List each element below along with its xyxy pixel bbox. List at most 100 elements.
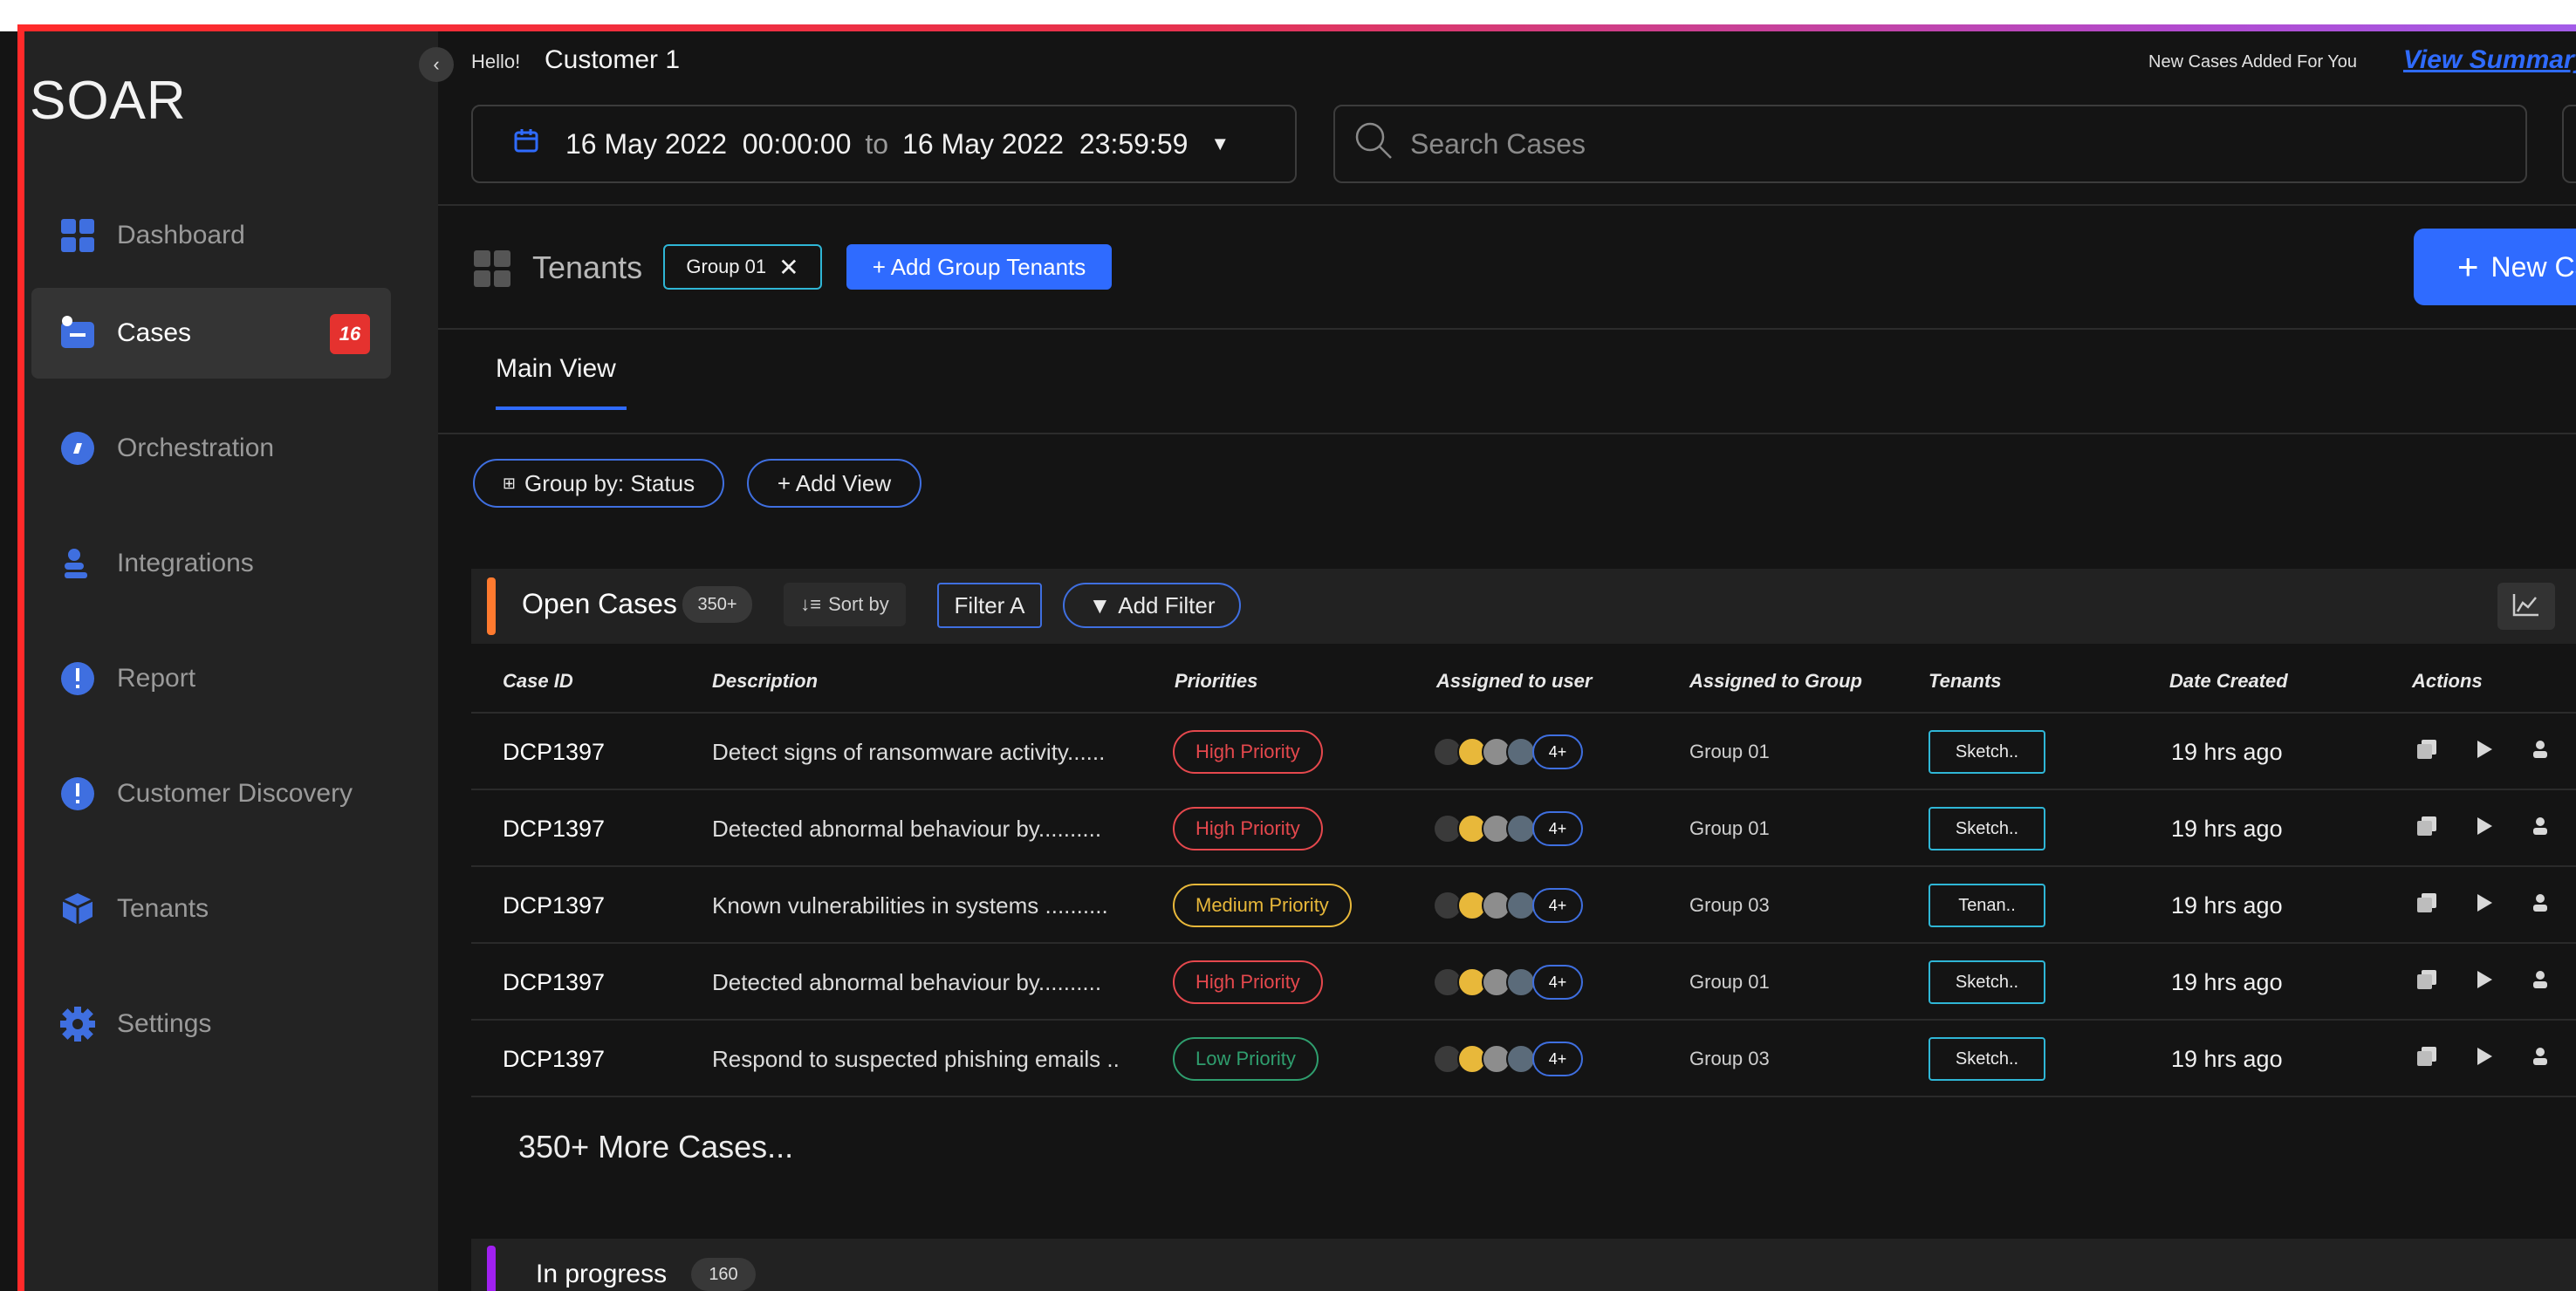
tab-main-view[interactable]: Main View	[496, 354, 616, 384]
copy-icon[interactable]	[2415, 891, 2438, 920]
sidebar-item-customer-discovery[interactable]: Customer Discovery	[31, 748, 391, 839]
priority-cell: High Priority	[1173, 790, 1323, 867]
column-header-assigned-user[interactable]: Assigned to user	[1436, 670, 1592, 693]
play-icon[interactable]	[2475, 969, 2494, 996]
sidebar-item-label: Dashboard	[117, 221, 245, 249]
copy-icon[interactable]	[2415, 968, 2438, 997]
assigned-users[interactable]: 4+	[1433, 714, 1583, 790]
sidebar-item-integrations[interactable]: Integrations	[31, 518, 391, 609]
search-cases-field[interactable]: Search Cases	[1333, 105, 2527, 183]
date-created: 19 hrs ago	[2171, 891, 2283, 919]
copy-icon[interactable]	[2415, 815, 2438, 844]
case-id[interactable]: DCP1397	[503, 944, 605, 1021]
in-progress-accent	[487, 1246, 496, 1291]
table-row[interactable]: DCP1397 Known vulnerabilities in systems …	[471, 867, 2576, 944]
priority-badge: High Priority	[1173, 730, 1323, 774]
table-row[interactable]: DCP1397 Detect signs of ransomware activi…	[471, 714, 2576, 790]
sidebar-item-orchestration[interactable]: Orchestration	[31, 403, 391, 494]
sidebar-item-settings[interactable]: Settings	[31, 979, 391, 1069]
dashboard-icon	[59, 217, 96, 254]
table-row[interactable]: DCP1397 Respond to suspected phishing ema…	[471, 1021, 2576, 1097]
close-icon[interactable]: ✕	[778, 253, 798, 282]
sort-by-button[interactable]: ↓≡ Sort by	[784, 583, 906, 626]
new-case-label: New Case	[2490, 250, 2576, 283]
collapse-sidebar-button[interactable]: ‹	[419, 47, 454, 82]
priority-badge: High Priority	[1173, 960, 1323, 1004]
tenant-group-chip[interactable]: Group 01 ✕	[663, 244, 822, 290]
assigned-users[interactable]: 4+	[1433, 1021, 1583, 1097]
header-extra-control[interactable]	[2562, 105, 2576, 183]
group-by-status-button[interactable]: ⊞ Group by: Status	[473, 459, 724, 508]
case-id[interactable]: DCP1397	[503, 867, 605, 944]
tenant-chip[interactable]: Sketch..	[1929, 730, 2045, 774]
priority-cell: Medium Priority	[1173, 867, 1352, 944]
column-header-description[interactable]: Description	[712, 670, 818, 693]
column-header-assigned-group[interactable]: Assigned to Group	[1689, 670, 1862, 693]
play-icon[interactable]	[2475, 892, 2494, 919]
tenants-grid-icon	[473, 249, 511, 292]
assign-user-icon[interactable]	[2531, 892, 2550, 919]
new-case-button[interactable]: + New Case	[2414, 229, 2576, 305]
more-users-badge[interactable]: 4+	[1532, 734, 1583, 769]
more-users-badge[interactable]: 4+	[1532, 888, 1583, 923]
assigned-group: Group 01	[1689, 741, 1770, 762]
filter-a-button[interactable]: Filter A	[937, 583, 1042, 628]
customer-name: Customer 1	[545, 45, 681, 74]
assign-user-icon[interactable]	[2531, 1046, 2550, 1073]
in-progress-header	[471, 1239, 2576, 1291]
sidebar-item-dashboard[interactable]: Dashboard	[31, 190, 391, 281]
sidebar-item-label: Tenants	[117, 894, 209, 923]
sidebar-item-report[interactable]: Report	[31, 633, 391, 724]
tenant-chip[interactable]: Sketch..	[1929, 960, 2045, 1004]
tenant-chip[interactable]: Sketch..	[1929, 1037, 2045, 1081]
assign-user-icon[interactable]	[2531, 739, 2550, 766]
tenant-chip[interactable]: Sketch..	[1929, 807, 2045, 850]
calendar-icon	[513, 127, 539, 161]
sidebar-item-tenants[interactable]: Tenants	[31, 864, 391, 954]
play-icon[interactable]	[2475, 1046, 2494, 1073]
in-progress-title: In progress	[536, 1260, 668, 1288]
add-view-button[interactable]: + Add View	[747, 459, 921, 508]
tabs-divider	[438, 433, 2576, 434]
settings-icon	[59, 1006, 96, 1042]
table-row[interactable]: DCP1397 Detected abnormal behaviour by...…	[471, 790, 2576, 867]
case-id[interactable]: DCP1397	[503, 714, 605, 790]
priority-badge: High Priority	[1173, 807, 1323, 850]
sidebar-item-cases[interactable]: Cases 16	[31, 288, 391, 379]
copy-icon[interactable]	[2415, 738, 2438, 767]
assign-user-icon[interactable]	[2531, 969, 2550, 996]
column-header-date-created[interactable]: Date Created	[2169, 670, 2288, 693]
tenant-cell: Sketch..	[1929, 790, 2045, 867]
assigned-group: Group 01	[1689, 817, 1770, 839]
more-users-badge[interactable]: 4+	[1532, 1042, 1583, 1076]
table-row[interactable]: DCP1397 Detected abnormal behaviour by...…	[471, 944, 2576, 1021]
case-description: Detected abnormal behaviour by..........	[712, 815, 1102, 842]
column-header-priorities[interactable]: Priorities	[1175, 670, 1257, 693]
sidebar-item-label: Customer Discovery	[117, 779, 353, 808]
add-filter-button[interactable]: ▼ Add Filter	[1063, 583, 1241, 628]
column-header-case-id[interactable]: Case ID	[503, 670, 573, 693]
copy-icon[interactable]	[2415, 1045, 2438, 1074]
avatar	[1506, 967, 1536, 997]
in-progress-count: 160	[691, 1258, 756, 1291]
tenant-chip[interactable]: Tenan..	[1929, 884, 2045, 927]
add-group-tenants-button[interactable]: + Add Group Tenants	[846, 244, 1112, 290]
column-header-tenants[interactable]: Tenants	[1929, 670, 2002, 693]
assigned-users[interactable]: 4+	[1433, 790, 1583, 867]
more-cases-link[interactable]: 350+ More Cases...	[518, 1129, 793, 1165]
date-range-picker[interactable]: 16 May 2022 00:00:00 to 16 May 2022 23:5…	[471, 105, 1297, 183]
more-users-badge[interactable]: 4+	[1532, 965, 1583, 1000]
case-id[interactable]: DCP1397	[503, 1021, 605, 1097]
brand-logo[interactable]: SOAR	[30, 70, 187, 132]
assign-user-icon[interactable]	[2531, 816, 2550, 843]
more-users-badge[interactable]: 4+	[1532, 811, 1583, 846]
header-divider	[438, 204, 2576, 206]
chart-view-button[interactable]	[2497, 583, 2555, 630]
caret-down-icon: ▼	[1210, 133, 1230, 154]
assigned-users[interactable]: 4+	[1433, 944, 1583, 1021]
play-icon[interactable]	[2475, 739, 2494, 766]
assigned-users[interactable]: 4+	[1433, 867, 1583, 944]
case-id[interactable]: DCP1397	[503, 790, 605, 867]
play-icon[interactable]	[2475, 816, 2494, 843]
view-summary-link[interactable]: View Summary	[2403, 45, 2576, 75]
